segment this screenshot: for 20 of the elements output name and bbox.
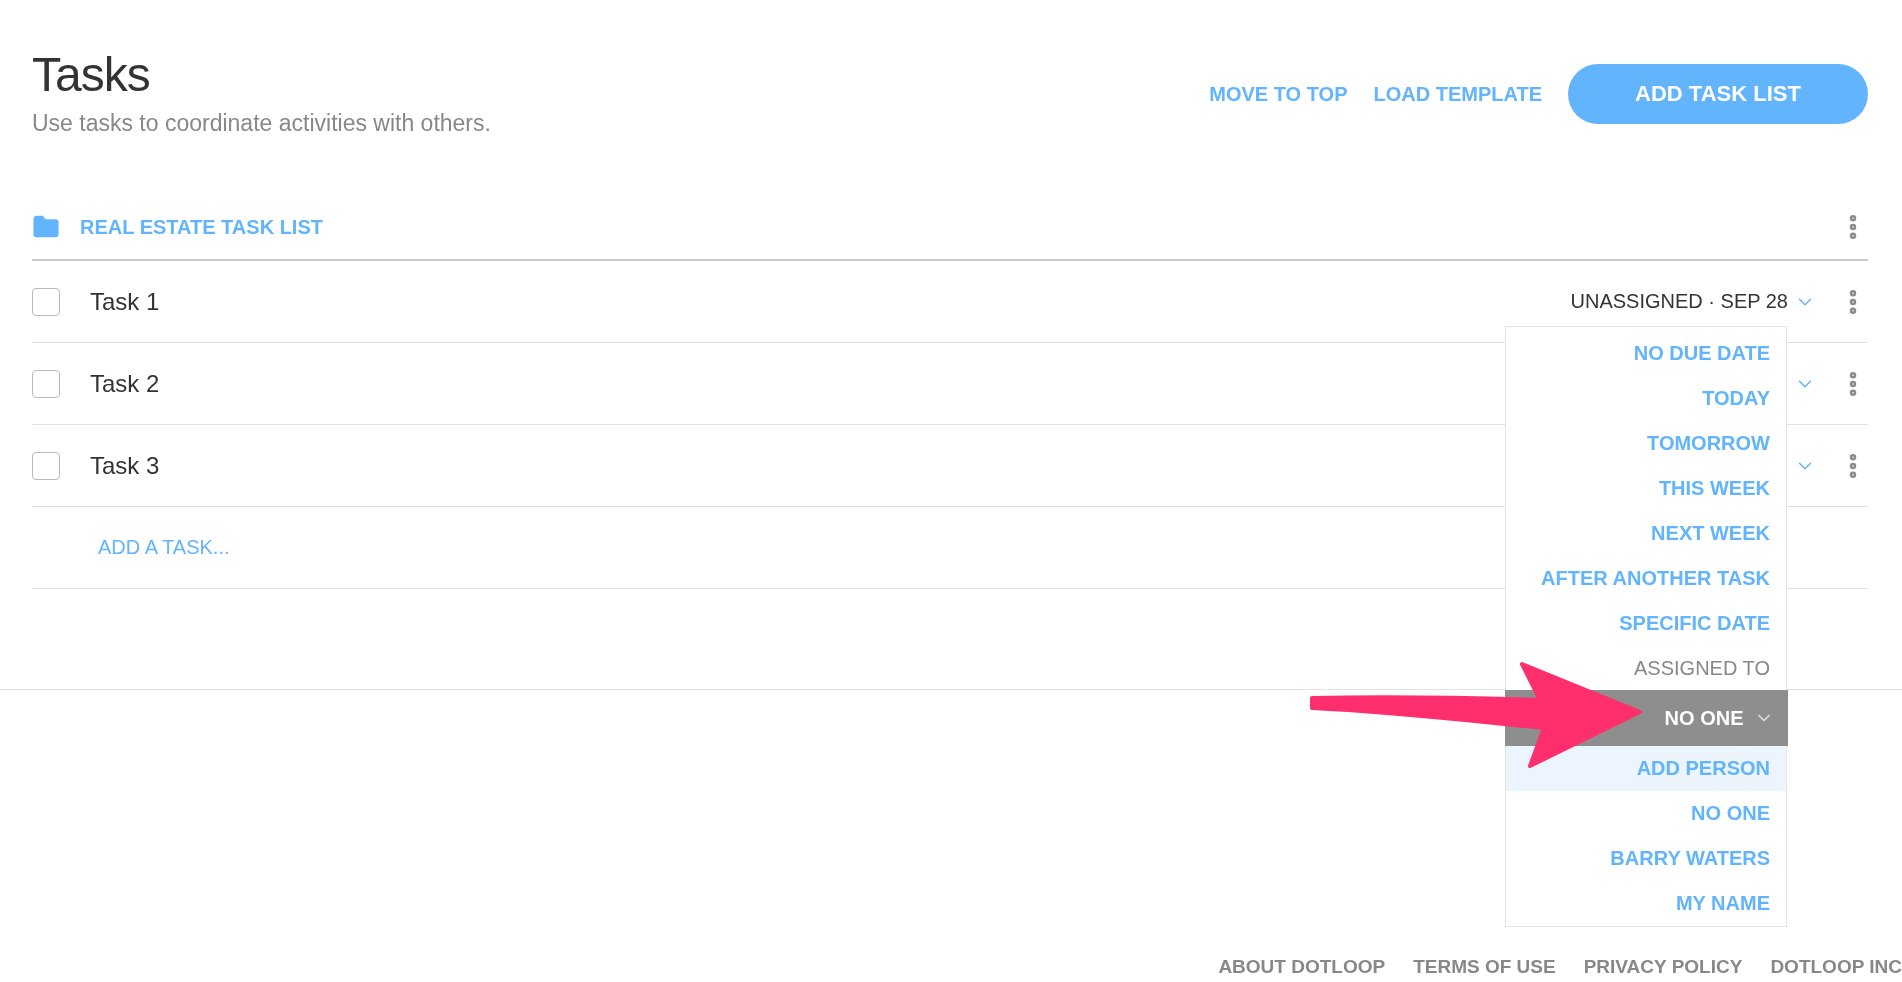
- add-task-list-button[interactable]: ADD TASK LIST: [1568, 64, 1868, 124]
- header-link[interactable]: LOAD TEMPLATE: [1373, 82, 1542, 106]
- task-checkbox[interactable]: [32, 369, 60, 398]
- footer-link[interactable]: DOTLOOP INC: [1770, 956, 1902, 978]
- page-title: Tasks: [32, 47, 151, 103]
- footer-link[interactable]: TERMS OF USE: [1413, 956, 1556, 978]
- header-link[interactable]: MOVE TO TOP: [1209, 82, 1348, 106]
- menu-heading: ASSIGNED TO: [1633, 655, 1771, 681]
- task-checkbox[interactable]: [32, 451, 60, 480]
- task-name: Task 2: [90, 369, 160, 398]
- add-task-link[interactable]: ADD A TASK...: [98, 536, 230, 559]
- menu-item[interactable]: ADD PERSON: [1506, 746, 1786, 791]
- page-subtitle: Use tasks to coordinate activities with others.: [32, 110, 491, 137]
- task-checkbox[interactable]: [32, 287, 60, 316]
- footer-link[interactable]: ABOUT DOTLOOP: [1218, 956, 1386, 978]
- task-name: Task 3: [90, 451, 160, 480]
- task-name: Task 1: [90, 287, 160, 316]
- footer-link[interactable]: PRIVACY POLICY: [1583, 956, 1743, 978]
- task-assignment: UNASSIGNED · SEP 28: [1570, 290, 1788, 313]
- task-list-title[interactable]: REAL ESTATE TASK LIST: [80, 215, 1838, 239]
